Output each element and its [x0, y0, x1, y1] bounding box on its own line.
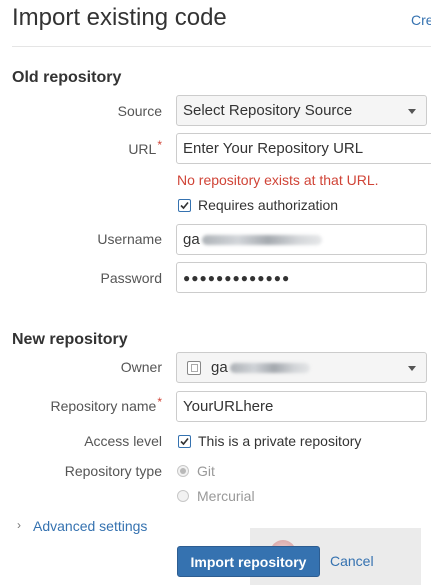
url-label: URL* [128, 138, 162, 157]
git-radio[interactable] [177, 465, 189, 477]
repository-type-label: Repository type [64, 463, 162, 479]
checkmark-icon [180, 201, 189, 210]
repository-name-value: YourURLhere [183, 398, 274, 415]
password-label: Password [100, 270, 162, 286]
radio-selected-dot [180, 468, 186, 474]
source-select-value: Select Repository Source [183, 102, 353, 119]
owner-redacted [229, 362, 310, 373]
chevron-down-icon [408, 108, 416, 114]
create-link[interactable]: Cre [411, 12, 431, 28]
url-input[interactable]: Enter Your Repository URL [176, 133, 431, 164]
chevron-right-icon[interactable]: › [17, 518, 21, 532]
owner-select[interactable]: ga [176, 352, 427, 383]
username-label: Username [97, 231, 162, 247]
git-radio-label: Git [197, 463, 215, 479]
owner-visible-text: ga [211, 359, 228, 376]
private-repository-label: This is a private repository [198, 433, 362, 449]
password-value: ●●●●●●●●●●●●● [183, 270, 291, 285]
repository-name-label-text: Repository name [50, 398, 157, 414]
mercurial-radio[interactable] [177, 490, 189, 502]
url-label-text: URL [128, 141, 157, 157]
requires-authorization-checkbox[interactable] [178, 199, 191, 212]
password-input[interactable]: ●●●●●●●●●●●●● [176, 262, 427, 293]
username-input[interactable]: ga [176, 224, 427, 255]
new-repository-heading: New repository [12, 331, 128, 348]
old-repository-heading: Old repository [12, 69, 122, 86]
username-redacted [201, 234, 322, 245]
repository-name-label: Repository name* [50, 395, 163, 414]
url-error-message: No repository exists at that URL. [177, 172, 379, 188]
owner-label: Owner [120, 359, 162, 375]
avatar-icon [187, 360, 201, 375]
private-repository-checkbox[interactable] [178, 435, 191, 448]
source-select[interactable]: Select Repository Source [176, 95, 427, 126]
access-level-label: Access level [84, 433, 162, 449]
cancel-button[interactable]: Cancel [330, 553, 374, 569]
advanced-settings-link[interactable]: Advanced settings [33, 518, 147, 534]
page-title: Import existing code [12, 4, 227, 31]
required-asterisk: * [157, 138, 162, 152]
import-repository-button[interactable]: Import repository [177, 546, 320, 577]
requires-authorization-label: Requires authorization [198, 197, 339, 213]
source-label: Source [117, 103, 162, 119]
header-divider [12, 46, 431, 47]
chevron-down-icon [408, 365, 416, 371]
url-input-value: Enter Your Repository URL [183, 140, 364, 157]
required-asterisk: * [157, 395, 162, 409]
checkmark-icon [180, 437, 189, 446]
repository-name-input[interactable]: YourURLhere [176, 391, 427, 422]
username-visible-text: ga [183, 231, 200, 248]
mercurial-radio-label: Mercurial [197, 488, 255, 504]
